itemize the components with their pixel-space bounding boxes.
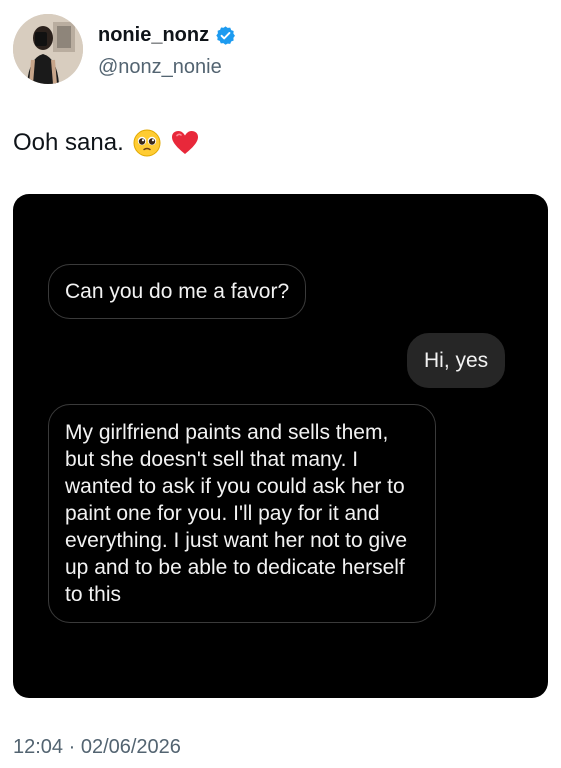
avatar[interactable] — [13, 14, 83, 84]
message-bubble-received: My girlfriend paints and sells them, but… — [48, 404, 436, 623]
message-bubble-received: Can you do me a favor? — [48, 264, 307, 319]
red-heart-emoji-icon — [170, 128, 200, 158]
tweet-timestamp[interactable]: 12:04 · 02/06/2026 — [13, 736, 181, 759]
pleading-face-emoji-icon — [132, 128, 162, 158]
author-name-row: nonie_nonz — [98, 24, 236, 47]
tweet-text: Ooh sana. — [13, 128, 200, 158]
message-bubble-sent: Hi, yes — [407, 333, 506, 388]
tweet-media-screenshot[interactable]: Can you do me a favor? Hi, yes My girlfr… — [13, 194, 548, 698]
tweet-text-content: Ooh sana. — [13, 129, 124, 156]
avatar-photo-icon — [13, 14, 83, 84]
author-handle[interactable]: @nonz_nonie — [98, 56, 222, 79]
author-display-name[interactable]: nonie_nonz — [98, 24, 209, 47]
verified-badge-icon — [215, 25, 236, 46]
